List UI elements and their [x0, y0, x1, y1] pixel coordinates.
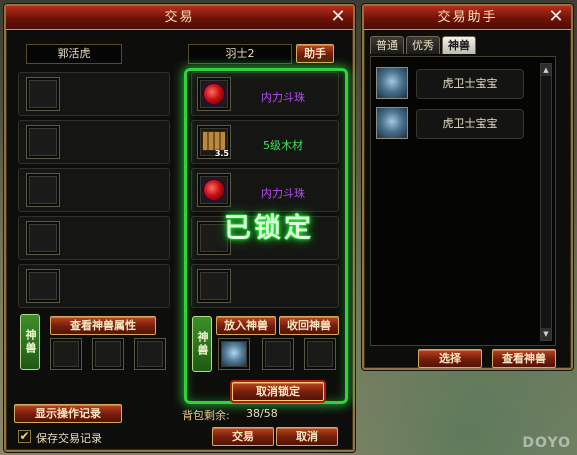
pet-name: 虎卫士宝宝	[416, 69, 524, 99]
trade-helper-window: 交易助手 ✕ 普通 优秀 神兽 虎卫士宝宝 虎卫士宝宝 ▲ ▼ 选择 查看神兽	[362, 4, 573, 370]
right-pet-slot[interactable]	[262, 338, 294, 370]
view-pet-button[interactable]: 查看神兽	[492, 349, 556, 368]
tab-excellent[interactable]: 优秀	[406, 36, 440, 54]
place-pet-button[interactable]: 放入神兽	[216, 316, 276, 335]
right-pet-tab[interactable]: 神兽	[192, 316, 212, 372]
left-item-slot[interactable]	[26, 125, 60, 159]
save-record-checkbox[interactable]: ✔	[18, 430, 31, 443]
bag-remaining-label: 背包剩余:	[182, 409, 230, 422]
scroll-up-icon[interactable]: ▲	[541, 64, 551, 76]
tab-pet[interactable]: 神兽	[442, 36, 476, 54]
pet-name: 虎卫士宝宝	[416, 109, 524, 139]
trade-close-icon[interactable]: ✕	[329, 8, 347, 26]
red-orb-icon	[204, 180, 224, 200]
tiger-guard-pet-icon	[376, 67, 408, 99]
left-pet-tab[interactable]: 神兽	[20, 314, 40, 370]
helper-button[interactable]: 助手	[296, 44, 334, 63]
scroll-down-icon[interactable]: ▼	[541, 328, 551, 340]
right-player-name: 羽士2	[188, 44, 292, 64]
right-item-slot[interactable]: 3.5	[197, 125, 231, 159]
helper-window-title: 交易助手	[364, 6, 571, 30]
left-item-slot[interactable]	[26, 269, 60, 303]
helper-scrollbar[interactable]: ▲ ▼	[540, 63, 552, 341]
view-pet-attributes-button[interactable]: 查看神兽属性	[50, 316, 156, 335]
trade-window-title: 交易	[6, 6, 353, 30]
show-log-button[interactable]: 显示操作记录	[14, 404, 122, 423]
red-orb-icon	[204, 84, 224, 104]
left-pet-tab-label: 神兽	[24, 329, 37, 355]
bag-remaining-value: 38/58	[246, 407, 278, 420]
left-pet-slot[interactable]	[92, 338, 124, 370]
left-item-slot[interactable]	[26, 173, 60, 207]
tiger-guard-pet-icon	[222, 342, 246, 366]
left-pet-slot[interactable]	[50, 338, 82, 370]
helper-pet-list: 虎卫士宝宝 虎卫士宝宝 ▲ ▼	[370, 56, 556, 346]
right-item-name: 5级木材	[263, 139, 303, 152]
cancel-lock-button[interactable]: 取消锁定	[232, 382, 324, 401]
cancel-button[interactable]: 取消	[276, 427, 338, 446]
right-item-slot[interactable]	[197, 173, 231, 207]
trade-button[interactable]: 交易	[212, 427, 274, 446]
right-pet-tab-label: 神兽	[196, 331, 209, 357]
select-button[interactable]: 选择	[418, 349, 482, 368]
right-item-name: 内力斗珠	[261, 187, 305, 200]
right-pet-slot[interactable]	[304, 338, 336, 370]
tab-normal[interactable]: 普通	[370, 36, 404, 54]
locked-label: 已锁定	[224, 213, 314, 244]
watermark-logo: DOYO	[522, 435, 571, 451]
tiger-guard-pet-icon	[376, 107, 408, 139]
left-item-slot[interactable]	[26, 77, 60, 111]
left-player-name: 郭活虎	[26, 44, 122, 64]
right-item-slot[interactable]	[197, 77, 231, 111]
right-pet-slot[interactable]	[218, 338, 250, 370]
wood-material-icon	[202, 131, 226, 151]
helper-close-icon[interactable]: ✕	[547, 8, 565, 26]
left-pet-slot[interactable]	[134, 338, 166, 370]
right-item-name: 内力斗珠	[261, 91, 305, 104]
right-item-slot[interactable]	[197, 269, 231, 303]
left-item-slot[interactable]	[26, 221, 60, 255]
pet-list-item[interactable]: 虎卫士宝宝	[376, 67, 524, 101]
item-stack-badge: 3.5	[214, 149, 229, 158]
trade-window: 交易 ✕ 郭活虎 神兽 查看神兽属性 羽士2 助手 内力斗珠 3.5 5级木材	[4, 4, 355, 452]
pet-list-item[interactable]: 虎卫士宝宝	[376, 107, 524, 141]
save-record-label: 保存交易记录	[36, 432, 102, 445]
retrieve-pet-button[interactable]: 收回神兽	[279, 316, 339, 335]
